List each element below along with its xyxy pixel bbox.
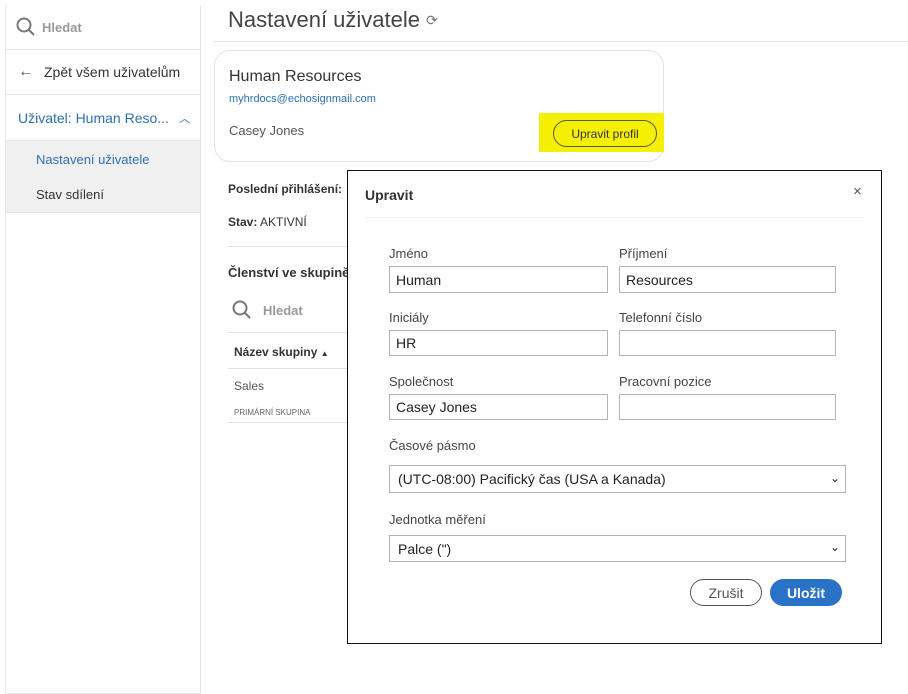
initials-field[interactable] — [389, 330, 608, 356]
timezone-label: Časové pásmo — [389, 438, 476, 453]
cancel-button[interactable]: Zrušit — [690, 579, 762, 606]
last-name-label: Příjmení — [619, 246, 668, 261]
phone-label: Telefonní číslo — [619, 310, 703, 325]
job-title-label: Pracovní pozice — [619, 374, 712, 389]
timezone-select[interactable]: (UTC-08:00) Pacifický čas (USA a Kanada) — [389, 465, 846, 493]
back-label: Zpět všem uživatelům — [44, 64, 181, 80]
save-button[interactable]: Uložit — [770, 579, 842, 606]
refresh-icon[interactable]: ⟳ — [426, 12, 438, 29]
sort-asc-icon: ▲ — [320, 349, 329, 358]
job-title-field[interactable] — [619, 394, 836, 420]
page-title: Nastavení uživatele ⟳ — [228, 7, 438, 32]
phone-field[interactable] — [619, 330, 836, 356]
back-link[interactable]: ← Zpět všem uživatelům — [6, 50, 200, 95]
edit-profile-button[interactable]: Upravit profil — [553, 120, 657, 147]
search-placeholder: Hledat — [42, 19, 82, 35]
user-label: Uživatel: Human Reso... — [18, 109, 169, 126]
first-name-field[interactable] — [389, 266, 608, 293]
sidebar: Hledat ← Zpět všem uživatelům Uživatel: … — [5, 5, 201, 694]
sidebar-item-sharing[interactable]: Stav sdílení — [6, 177, 200, 213]
edit-modal: Upravit × Jméno Příjmení Iniciály Telefo… — [347, 170, 882, 644]
chevron-up-icon: ︿ — [178, 112, 190, 125]
search-placeholder: Hledat — [263, 302, 303, 318]
arrow-left-icon: ← — [18, 63, 34, 80]
last-login-label: Poslední přihlášení: — [228, 182, 343, 196]
group-tag: PRIMÁRNÍ SKUPINA — [234, 408, 311, 417]
card-email: myhrdocs@echosignmail.com — [229, 93, 376, 105]
company-label: Společnost — [389, 374, 454, 389]
initials-label: Iniciály — [389, 310, 429, 325]
column-header-group-name[interactable]: Název skupiny ▲ — [234, 345, 329, 359]
item-label: Stav sdílení — [36, 187, 104, 202]
last-name-field[interactable] — [619, 266, 836, 293]
group-heading: Členství ve skupině — [228, 265, 350, 280]
status: Stav: AKTIVNÍ — [228, 215, 307, 229]
item-label: Nastavení uživatele — [36, 151, 150, 167]
sidebar-item-user-settings[interactable]: Nastavení uživatele — [6, 141, 200, 177]
group-name: Sales — [234, 379, 265, 393]
company-field[interactable] — [389, 394, 608, 420]
sidebar-user-toggle[interactable]: Uživatel: Human Reso... ︿ — [6, 95, 200, 141]
profile-card: Human Resources myhrdocs@echosignmail.co… — [214, 50, 664, 162]
modal-title: Upravit — [365, 187, 414, 203]
card-name: Human Resources — [229, 68, 362, 85]
search-icon — [16, 17, 35, 36]
close-icon[interactable]: × — [853, 183, 862, 200]
group-search[interactable]: Hledat — [232, 300, 303, 320]
unit-select[interactable]: Palce (") — [389, 535, 846, 562]
unit-label: Jednotka měření — [389, 512, 486, 527]
card-company: Casey Jones — [229, 123, 305, 138]
first-name-label: Jméno — [389, 246, 429, 261]
sidebar-search[interactable]: Hledat — [6, 5, 200, 50]
search-icon — [232, 300, 251, 319]
